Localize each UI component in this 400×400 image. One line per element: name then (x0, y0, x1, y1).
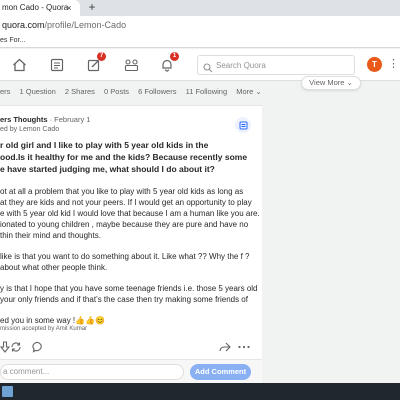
browser-tabstrip: mon Cado - Quora × + (0, 0, 400, 16)
notification-badge: 1 (170, 52, 179, 61)
question-line: r old girl and I like to play with 5 yea… (0, 140, 209, 150)
url-text[interactable]: quora.com/profile/Lemon-Cado (2, 20, 126, 30)
answer-line: e with 5 year old kid I would love that … (0, 209, 260, 218)
answer-line: about what other people think. (0, 263, 108, 272)
answer-line: at they are kids and not your peers. If … (0, 198, 252, 207)
share-cycle-icon[interactable] (10, 340, 22, 358)
answer-line: ionated to young children , maybe becaus… (0, 220, 249, 229)
edit-badge: 7 (97, 52, 106, 61)
stat-following[interactable]: 11 Following (186, 87, 228, 96)
card-divider (0, 105, 262, 106)
avatar[interactable]: T (367, 57, 382, 72)
bookmarks-bar: es For... (0, 36, 400, 48)
answer-line: y is that I hope that you have some teen… (0, 284, 258, 293)
post-date: · February 1 (47, 115, 91, 124)
answer-paragraph: like is that you want to do something ab… (0, 251, 262, 273)
address-bar[interactable]: quora.com/profile/Lemon-Cado (0, 16, 400, 36)
post-actions (0, 338, 262, 354)
url-path: /profile/Lemon-Cado (44, 20, 127, 30)
answer-line: thin their mind and thoughts. (0, 231, 101, 240)
tab-close-icon[interactable]: × (63, 0, 75, 16)
question-line: e have started judging me, what should I… (0, 164, 215, 174)
more-options-icon[interactable] (237, 340, 251, 358)
comment-input[interactable]: a comment... (0, 364, 184, 380)
add-comment-button[interactable]: Add Comment (190, 364, 251, 380)
answer-body: ot at all a problem that you like to pla… (0, 186, 262, 336)
search-input[interactable]: Search Quora (197, 55, 355, 75)
search-icon (203, 60, 213, 78)
post-header: ers Thoughts · February 1 (0, 115, 90, 124)
stats-more-dropdown[interactable]: More ⌄ (236, 87, 261, 96)
answer-paragraph: ed you in some way !👍👍😊 (0, 315, 262, 326)
taskbar-app-icon[interactable] (2, 386, 13, 397)
answer-line: your only friends and if that’s the case… (0, 295, 248, 304)
more-options-icon[interactable]: ⋮ (388, 57, 399, 70)
share-icon[interactable] (219, 340, 231, 358)
bell-icon[interactable]: 1 (156, 52, 179, 76)
comment-icon[interactable] (32, 340, 44, 358)
downvote-icon[interactable] (0, 340, 11, 358)
new-tab-button[interactable]: + (85, 0, 99, 15)
answer-paragraph: y is that I hope that you have some teen… (0, 283, 262, 305)
stat-shares[interactable]: 2 Shares (65, 87, 95, 96)
question-line: ood.Is it healthy for me and the kids? B… (0, 152, 248, 162)
url-host: quora.com (2, 20, 45, 30)
home-icon[interactable] (8, 54, 30, 76)
profile-stats: ers 1 Question 2 Shares 0 Posts 6 Follow… (0, 87, 269, 96)
edit-icon[interactable]: 7 (83, 52, 106, 76)
answer-line: ed you in some way !👍👍😊 (0, 316, 106, 325)
answer-paragraph: ot at all a problem that you like to pla… (0, 186, 262, 241)
answer-list-icon[interactable] (46, 54, 68, 76)
search-placeholder: Search Quora (216, 61, 266, 70)
space-name[interactable]: ers Thoughts (0, 115, 48, 124)
question-title[interactable]: r old girl and I like to play with 5 yea… (0, 139, 262, 175)
shared-by: ed by Lemon Cado (0, 126, 60, 133)
tab-title: mon Cado - Quora (2, 3, 69, 12)
stat-followers[interactable]: 6 Followers (138, 87, 176, 96)
browser-tab[interactable]: mon Cado - Quora × (0, 0, 80, 16)
post-card: ers Thoughts · February 1 ed by Lemon Ca… (0, 105, 262, 383)
answer-line: like is that you want to do something ab… (0, 252, 250, 261)
bookmark-icon[interactable] (235, 117, 251, 133)
view-more-button[interactable]: View More ⌄ (301, 76, 361, 90)
stat-answers[interactable]: ers (0, 87, 10, 96)
os-taskbar (0, 383, 400, 400)
stat-questions[interactable]: 1 Question (20, 87, 56, 96)
stat-posts[interactable]: 0 Posts (104, 87, 129, 96)
comment-row: a comment... Add Comment (0, 359, 262, 383)
answer-line: ot at all a problem that you like to pla… (0, 187, 244, 196)
spaces-icon[interactable] (120, 54, 142, 76)
admission-note: mission accepted by Amit Kumar (0, 326, 88, 332)
bookmark-item[interactable]: es For... (0, 37, 25, 44)
